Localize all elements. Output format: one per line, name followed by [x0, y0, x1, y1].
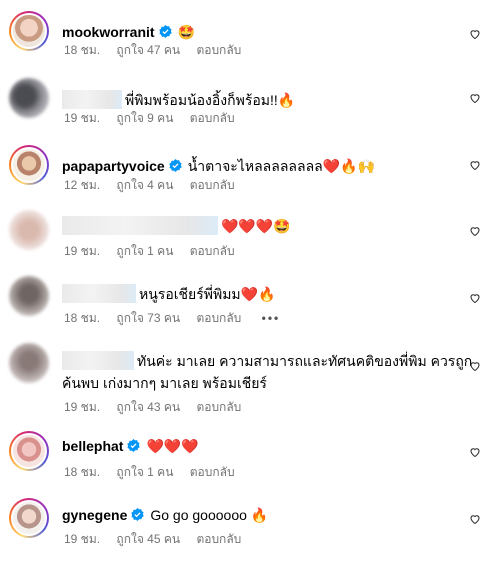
comment-likes[interactable]: ถูกใจ 73 คน	[116, 311, 180, 325]
comment-time: 19 ชม.	[64, 244, 101, 258]
avatar[interactable]	[9, 431, 49, 471]
comment-time: 18 ชม.	[64, 43, 101, 57]
reply-button[interactable]: ตอบกลับ	[196, 532, 241, 546]
avatar[interactable]	[9, 276, 49, 316]
comment-likes[interactable]: ถูกใจ 45 คน	[116, 532, 180, 546]
comment-item: หนูรอเชียร์พี่พิมม❤️🔥 18 ชม. ถูกใจ 73 คน…	[0, 276, 494, 336]
heart-outline-icon[interactable]	[469, 360, 481, 372]
reply-button[interactable]: ตอบกลับ	[190, 111, 235, 125]
verified-badge-icon	[127, 439, 141, 452]
comment-item: bellephat ❤️❤️❤️ 18 ชม. ถูกใจ 1 คน ตอบกลั…	[0, 431, 494, 491]
comment-item: พี่พิมพร้อมน้องอิ้งก็พร้อม!!🔥 19 ชม. ถูก…	[0, 78, 494, 138]
redacted-username	[62, 216, 218, 235]
comment-text: ❤️❤️❤️🤩	[221, 218, 291, 234]
comment-meta: 19 ชม. ถูกใจ 43 คน ตอบกลับ	[64, 399, 254, 415]
redacted-username	[62, 351, 134, 370]
comment-time: 19 ชม.	[64, 111, 101, 125]
comment-meta: 18 ชม. ถูกใจ 73 คน ตอบกลับ •••	[64, 310, 293, 326]
verified-badge-icon	[168, 159, 182, 172]
comment-username[interactable]: papapartyvoice	[62, 158, 165, 174]
comment-text: หนูรอเชียร์พี่พิมม❤️🔥	[139, 286, 276, 302]
comment-username[interactable]: mookworranit	[62, 24, 155, 40]
heart-outline-icon[interactable]	[469, 28, 481, 40]
comment-meta: 19 ชม. ถูกใจ 9 คน ตอบกลับ	[64, 110, 248, 126]
comment-meta: 18 ชม. ถูกใจ 1 คน ตอบกลับ	[64, 464, 248, 480]
comment-username[interactable]: gynegene	[62, 507, 127, 523]
heart-outline-icon[interactable]	[469, 225, 481, 237]
reply-button[interactable]: ตอบกลับ	[196, 311, 241, 325]
verified-badge-icon	[158, 25, 172, 38]
comment-meta: 19 ชม. ถูกใจ 45 คน ตอบกลับ	[64, 531, 254, 547]
comment-time: 19 ชม.	[64, 400, 101, 414]
comment-item: gynegene Go go goooooo 🔥 19 ชม. ถูกใจ 45 …	[0, 498, 494, 558]
redacted-username	[62, 284, 136, 303]
comment-item: mookworranit 🤩 18 ชม. ถูกใจ 47 คน ตอบกลับ	[0, 11, 494, 71]
heart-outline-icon[interactable]	[469, 292, 481, 304]
comment-likes[interactable]: ถูกใจ 47 คน	[116, 43, 180, 57]
comment-text: ❤️❤️❤️	[146, 438, 199, 454]
comment-likes[interactable]: ถูกใจ 4 คน	[116, 178, 173, 192]
avatar[interactable]	[9, 145, 49, 185]
avatar[interactable]	[9, 11, 49, 51]
heart-outline-icon[interactable]	[469, 159, 481, 171]
comment-text: Go go goooooo 🔥	[150, 507, 269, 523]
heart-outline-icon[interactable]	[469, 513, 481, 525]
comment-time: 12 ชม.	[64, 178, 101, 192]
comment-text: น้ำตาจะไหลลลลลลลล❤️🔥🙌	[187, 158, 376, 174]
reply-button[interactable]: ตอบกลับ	[190, 465, 235, 479]
avatar[interactable]	[9, 78, 49, 118]
verified-badge-icon	[131, 508, 145, 521]
comment-item: papapartyvoice น้ำตาจะไหลลลลลลลล❤️🔥🙌 12 ช…	[0, 145, 494, 205]
avatar[interactable]	[9, 343, 49, 383]
reply-button[interactable]: ตอบกลับ	[196, 43, 241, 57]
comment-time: 18 ชม.	[64, 465, 101, 479]
comment-text: พี่พิมพร้อมน้องอิ้งก็พร้อม!!🔥	[125, 92, 296, 108]
comment-likes[interactable]: ถูกใจ 43 คน	[116, 400, 180, 414]
avatar[interactable]	[9, 498, 49, 538]
comment-time: 19 ชม.	[64, 532, 101, 546]
avatar[interactable]	[9, 210, 49, 250]
comment-username[interactable]: bellephat	[62, 438, 123, 454]
comment-likes[interactable]: ถูกใจ 1 คน	[116, 465, 173, 479]
comment-meta: 12 ชม. ถูกใจ 4 คน ตอบกลับ	[64, 177, 248, 193]
heart-outline-icon[interactable]	[469, 92, 481, 104]
more-options-icon[interactable]: •••	[262, 311, 281, 325]
comment-likes[interactable]: ถูกใจ 1 คน	[116, 244, 173, 258]
comment-item: ❤️❤️❤️🤩 19 ชม. ถูกใจ 1 คน ตอบกลับ	[0, 210, 494, 270]
comment-time: 18 ชม.	[64, 311, 101, 325]
reply-button[interactable]: ตอบกลับ	[190, 178, 235, 192]
comment-item: ทันค่ะ มาเลย ความสามารถและทัศนคติของพี่พ…	[0, 343, 494, 423]
comment-likes[interactable]: ถูกใจ 9 คน	[116, 111, 173, 125]
reply-button[interactable]: ตอบกลับ	[196, 400, 241, 414]
redacted-username	[62, 90, 122, 109]
comment-text: 🤩	[177, 24, 196, 40]
reply-button[interactable]: ตอบกลับ	[190, 244, 235, 258]
heart-outline-icon[interactable]	[469, 446, 481, 458]
comment-meta: 18 ชม. ถูกใจ 47 คน ตอบกลับ	[64, 42, 254, 58]
comment-meta: 19 ชม. ถูกใจ 1 คน ตอบกลับ	[64, 243, 248, 259]
